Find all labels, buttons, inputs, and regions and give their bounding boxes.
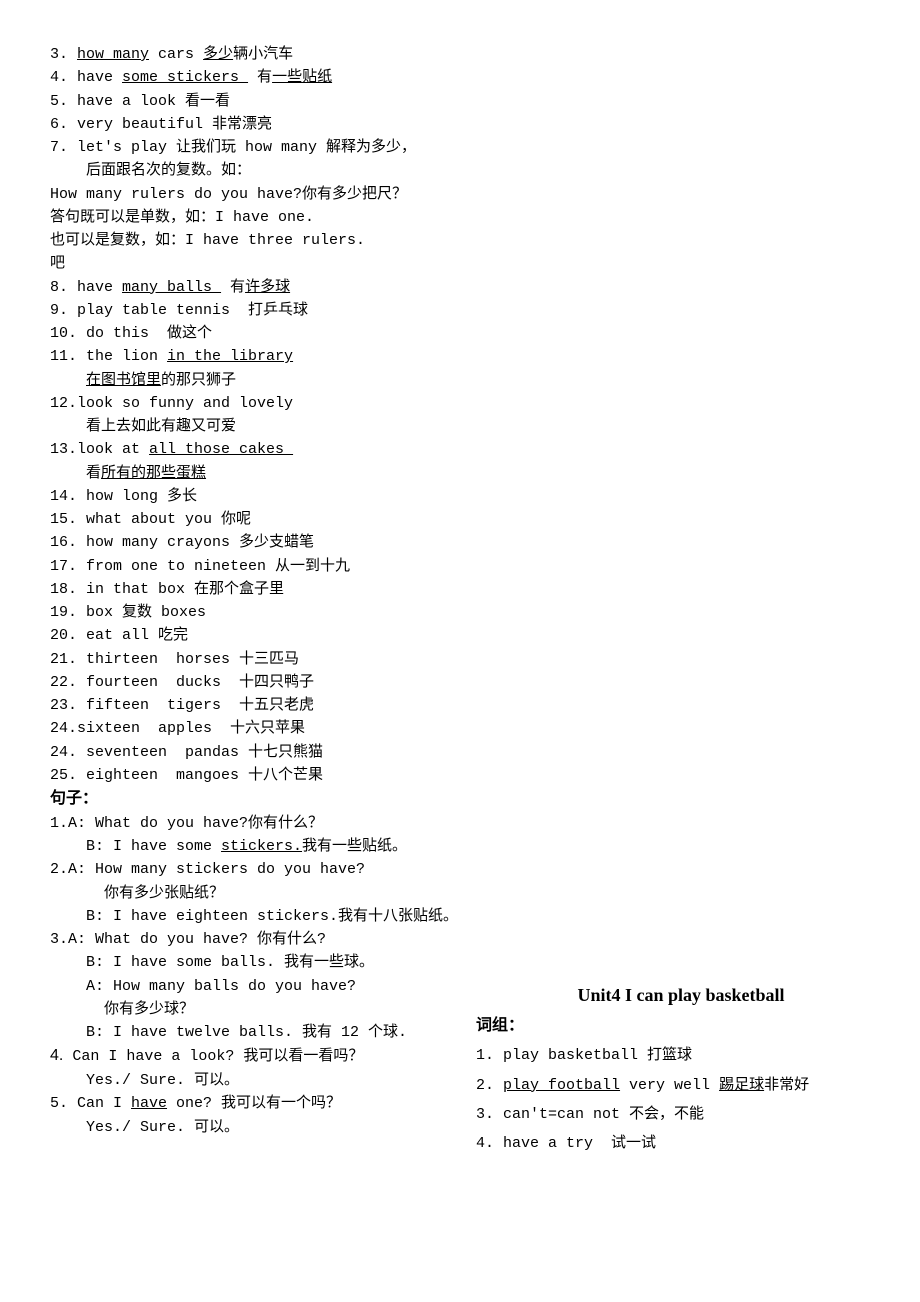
text-line: Yes./ Sure. 可以。 <box>50 1069 468 1092</box>
text-line: B: I have twelve balls. 我有 12 个球. <box>50 1021 468 1044</box>
text-line: 4. have a try 试一试 <box>476 1132 886 1155</box>
text-line: 25. eighteen mangoes 十八个芒果 <box>50 764 886 787</box>
text-line: 18. in that box 在那个盒子里 <box>50 578 886 601</box>
text-line: 22. fourteen ducks 十四只鸭子 <box>50 671 886 694</box>
text-line: 15. what about you 你呢 <box>50 508 886 531</box>
text-line: 11. the lion in the library <box>50 345 886 368</box>
text-line: 5. have a look 看一看 <box>50 90 886 113</box>
text-line: 17. from one to nineteen 从一到十九 <box>50 555 886 578</box>
text-line: How many rulers do you have?你有多少把尺？ <box>50 183 886 206</box>
text-line: 12.look so funny and lovely <box>50 392 886 415</box>
text-line: 8. have many balls 有许多球 <box>50 276 886 299</box>
text-line: 24.sixteen apples 十六只苹果 <box>50 717 886 740</box>
text-line: 1.A: What do you have?你有什么？ <box>50 812 468 835</box>
text-line: 4. Can I have a look? 我可以看一看吗？ <box>50 1044 468 1069</box>
text-line: 20. eat all 吃完 <box>50 624 886 647</box>
text-line: 9. play table tennis 打乒乓球 <box>50 299 886 322</box>
text-line: Yes./ Sure. 可以。 <box>50 1116 468 1139</box>
text-line: 21. thirteen horses 十三匹马 <box>50 648 886 671</box>
text-line: 你有多少张贴纸？ <box>50 882 468 905</box>
text-line: A: How many balls do you have? <box>50 975 468 998</box>
text-line: 5. Can I have one? 我可以有一个吗？ <box>50 1092 468 1115</box>
text-line: 答句既可以是单数，如：I have one. <box>50 206 886 229</box>
section-header-sentences: 句子： <box>50 787 886 812</box>
text-line: 3. how many cars 多少辆小汽车 <box>50 43 886 66</box>
text-line: 13.look at all those cakes <box>50 438 886 461</box>
text-line: 7. let's play 让我们玩 how many 解释为多少， <box>50 136 886 159</box>
text-line: 1. play basketball 打篮球 <box>476 1044 886 1067</box>
text-line: 3.A: What do you have? 你有什么? <box>50 928 468 951</box>
text-line: 你有多少球？ <box>50 998 468 1021</box>
text-line: 也可以是复数，如：I have three rulers. <box>50 229 886 252</box>
text-line: 10. do this 做这个 <box>50 322 886 345</box>
text-line: B: I have eighteen stickers.我有十八张贴纸。 <box>50 905 468 928</box>
text-line: B: I have some balls. 我有一些球。 <box>50 951 468 974</box>
text-line: B: I have some stickers.我有一些贴纸。 <box>50 835 468 858</box>
text-line: 23. fifteen tigers 十五只老虎 <box>50 694 886 717</box>
text-line: 看上去如此有趣又可爱 <box>50 415 886 438</box>
unit-title: Unit4 I can play basketball <box>476 982 886 1010</box>
text-line: 在图书馆里的那只狮子 <box>50 369 886 392</box>
text-line: 24. seventeen pandas 十七只熊猫 <box>50 741 886 764</box>
text-line: 看所有的那些蛋糕 <box>50 462 886 485</box>
text-line: 16. how many crayons 多少支蜡笔 <box>50 531 886 554</box>
text-line: 2. play football very well 踢足球非常好 <box>476 1074 886 1097</box>
text-line: 后面跟名次的复数。如： <box>50 159 886 182</box>
section-header-phrases: 词组： <box>476 1014 886 1039</box>
text-line: 3. can't=can not 不会，不能 <box>476 1103 886 1126</box>
text-line: 14. how long 多长 <box>50 485 886 508</box>
text-line: 6. very beautiful 非常漂亮 <box>50 113 886 136</box>
text-line: 2.A: How many stickers do you have? <box>50 858 468 881</box>
text-line: 4. have some stickers 有一些贴纸 <box>50 66 886 89</box>
text-line: 吧 <box>50 252 886 275</box>
text-line: 19. box 复数 boxes <box>50 601 886 624</box>
